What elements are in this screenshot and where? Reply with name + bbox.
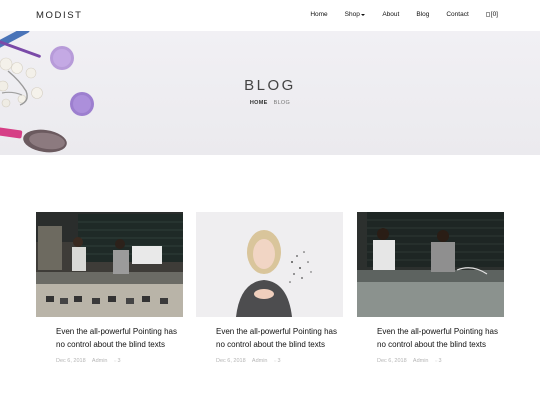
cart-count: [0] <box>490 11 498 18</box>
post-meta: Dec 6, 2018 Admin 3 <box>377 358 447 364</box>
post-meta: Dec 6, 2018 Admin 3 <box>56 358 126 364</box>
nav-home-link[interactable]: Home <box>310 11 327 18</box>
post-image[interactable] <box>357 212 504 317</box>
main-menu: Home Shop About Blog Contact [0] <box>310 11 498 18</box>
post-image[interactable] <box>196 212 343 317</box>
nav-blog-link[interactable]: Blog <box>416 11 429 18</box>
brand-logo[interactable]: MODIST <box>36 10 83 21</box>
post-title[interactable]: Even the all-powerful Pointing has no co… <box>377 325 504 351</box>
nav-shop-label: Shop <box>344 11 360 18</box>
cart-link[interactable]: [0] <box>485 11 498 18</box>
nav-about-link[interactable]: About <box>382 11 399 18</box>
post-title[interactable]: Even the all-powerful Pointing has no co… <box>56 325 183 351</box>
shopping-bag-icon <box>485 12 490 17</box>
post-author[interactable]: Admin <box>413 358 429 364</box>
blog-post-grid: Even the all-powerful Pointing has no co… <box>36 212 504 372</box>
post-date[interactable]: Dec 6, 2018 <box>216 358 246 364</box>
post-title[interactable]: Even the all-powerful Pointing has no co… <box>216 325 343 351</box>
post-date[interactable]: Dec 6, 2018 <box>56 358 86 364</box>
breadcrumb: HOME BLOG <box>0 100 540 106</box>
breadcrumb-current: BLOG <box>273 100 291 106</box>
hero-banner: BLOG HOME BLOG <box>0 31 540 155</box>
post-meta: Dec 6, 2018 Admin 3 <box>216 358 286 364</box>
caret-down-icon <box>361 13 366 16</box>
page-title: BLOG <box>244 77 296 94</box>
post-date[interactable]: Dec 6, 2018 <box>377 358 407 364</box>
post-author[interactable]: Admin <box>92 358 108 364</box>
post-comment-count[interactable]: 3 <box>274 358 280 364</box>
post-comment-count[interactable]: 3 <box>114 358 120 364</box>
nav-contact-link[interactable]: Contact <box>446 11 468 18</box>
post-author[interactable]: Admin <box>252 358 268 364</box>
post-image[interactable] <box>36 212 183 317</box>
navbar: MODIST Home Shop About Blog Contact [0] <box>0 0 540 31</box>
breadcrumb-home-link[interactable]: HOME <box>250 100 268 106</box>
post-comment-count[interactable]: 3 <box>435 358 441 364</box>
nav-shop-dropdown[interactable]: Shop <box>345 11 366 18</box>
